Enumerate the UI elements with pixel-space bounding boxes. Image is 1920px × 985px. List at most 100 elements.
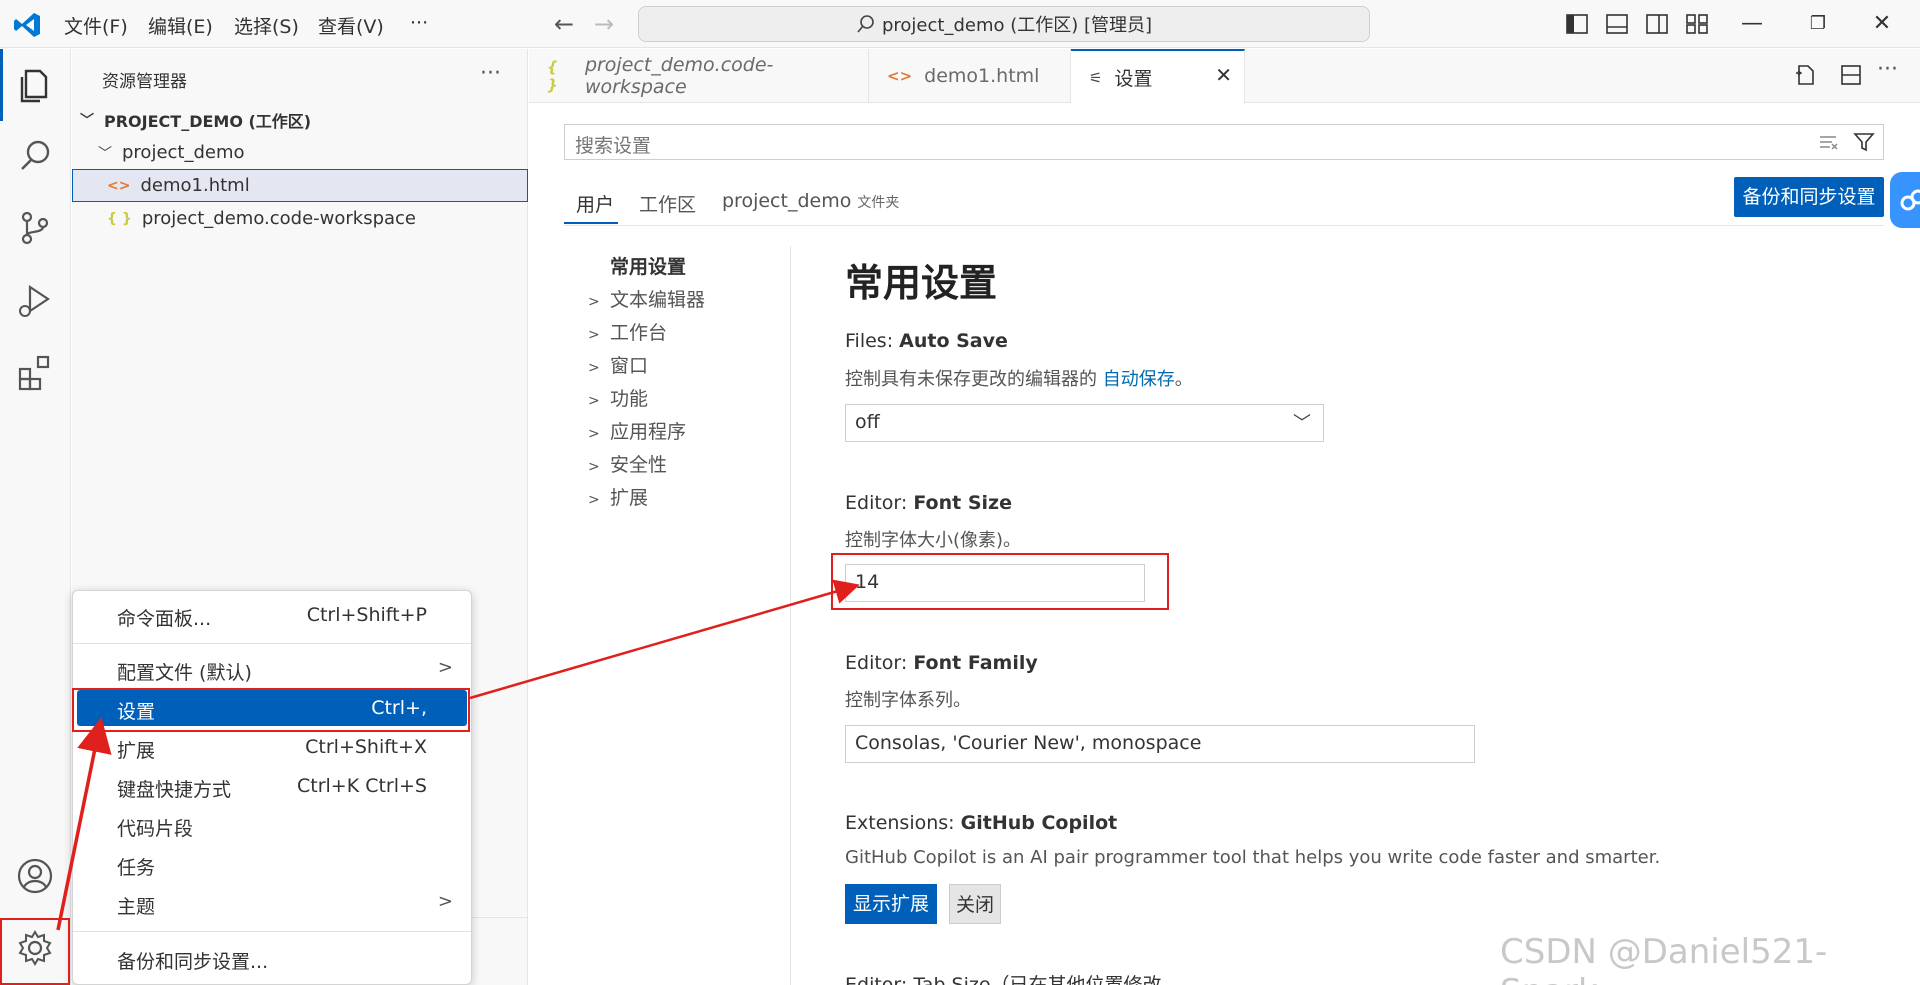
setting-title-tab-size: Editor: Tab Size（已在其他位置修改 <box>845 974 1162 985</box>
backup-sync-button[interactable]: 备份和同步设置 <box>1734 177 1884 217</box>
floating-widget[interactable] <box>1890 172 1920 228</box>
split-editor-icon[interactable] <box>1839 63 1863 87</box>
menu-file[interactable]: 文件(F) <box>64 12 128 39</box>
json-file-icon: { } <box>547 58 558 94</box>
extensions-icon[interactable] <box>14 351 56 393</box>
clear-filter-icon[interactable] <box>1817 131 1839 153</box>
chevron-right-icon: > <box>588 327 600 343</box>
json-file-icon: { } <box>107 210 132 227</box>
annotation-gear-box <box>0 918 70 985</box>
file-demo1-html[interactable]: <> demo1.html <box>72 169 528 202</box>
open-settings-json-icon[interactable] <box>1793 63 1817 87</box>
workspace-root[interactable]: ﹀ PROJECT_DEMO (工作区) <box>72 103 528 136</box>
more-actions-icon[interactable]: ··· <box>1877 57 1898 82</box>
setting-title-auto-save: Files: Auto Save <box>845 330 1008 352</box>
menu-item-profile[interactable]: 配置文件 (默认) > <box>77 651 467 687</box>
menu-item-tasks[interactable]: 任务 <box>77 846 467 882</box>
folder-project-demo[interactable]: ﹀ project_demo <box>72 136 528 169</box>
chevron-right-icon: > <box>588 393 600 409</box>
toggle-secondary-sidebar-icon[interactable] <box>1644 12 1670 36</box>
back-arrow-icon[interactable]: ← <box>554 10 574 38</box>
chevron-down-icon: ﹀ <box>1293 413 1311 434</box>
settings-search-input[interactable]: 搜索设置 <box>564 124 1884 160</box>
menu-selection[interactable]: 选择(S) <box>234 12 299 39</box>
chevron-right-icon: > <box>588 459 600 475</box>
toc-label: 扩展 <box>610 487 649 509</box>
toggle-primary-sidebar-icon[interactable] <box>1564 12 1590 36</box>
filter-icon[interactable] <box>1853 131 1875 153</box>
menu-item-themes[interactable]: 主题 > <box>77 885 467 921</box>
activity-bar <box>0 49 71 985</box>
toc-item-window[interactable]: > 窗口 <box>588 351 648 378</box>
folder-scope-sub: 文件夹 <box>857 195 900 211</box>
command-center[interactable]: project_demo (工作区) [管理员] <box>638 6 1370 42</box>
scope-tab-user[interactable]: 用户 <box>576 190 614 217</box>
font-family-input[interactable]: Consolas, 'Courier New', monospace <box>845 725 1475 763</box>
menu-item-command-palette[interactable]: 命令面板... Ctrl+Shift+P <box>77 597 467 633</box>
toc-item-features[interactable]: > 功能 <box>588 384 648 411</box>
toggle-panel-icon[interactable] <box>1604 12 1630 36</box>
auto-save-select[interactable]: off ﹀ <box>845 404 1324 442</box>
setting-title-font-family: Editor: Font Family <box>845 652 1038 674</box>
show-extension-button[interactable]: 显示扩展 <box>845 884 937 924</box>
folder-scope-label: project_demo <box>722 190 852 212</box>
run-debug-icon[interactable] <box>14 279 56 321</box>
divider <box>73 931 471 932</box>
tab-settings[interactable]: ⚟ 设置 ✕ <box>1071 49 1245 104</box>
active-scope-indicator <box>564 222 618 224</box>
auto-save-link[interactable]: 自动保存 <box>1103 369 1175 390</box>
search-placeholder: 搜索设置 <box>575 135 652 157</box>
menu-view[interactable]: 查看(V) <box>318 12 384 39</box>
toc-item-workbench[interactable]: > 工作台 <box>588 318 667 345</box>
toc-label: 功能 <box>610 388 649 410</box>
folder-label: project_demo <box>122 142 245 163</box>
manage-context-menu: 命令面板... Ctrl+Shift+P 配置文件 (默认) > 设置 Ctrl+, … <box>72 590 472 985</box>
menu-item-extensions[interactable]: 扩展 Ctrl+Shift+X <box>77 729 467 765</box>
search-icon <box>857 15 874 33</box>
setting-desc-auto-save: 控制具有未保存更改的编辑器的 自动保存。 <box>845 369 1193 390</box>
close-button[interactable]: 关闭 <box>949 884 1001 924</box>
source-control-icon[interactable] <box>14 207 56 249</box>
restore-icon[interactable]: ❐ <box>1798 6 1838 42</box>
close-window-icon[interactable]: ✕ <box>1862 6 1902 42</box>
more-actions-icon[interactable]: ··· <box>480 61 501 86</box>
toc-item-text-editor[interactable]: > 文本编辑器 <box>588 285 705 312</box>
setting-title-copilot: Extensions: GitHub Copilot <box>845 812 1118 834</box>
menu-item-backup-sync[interactable]: 备份和同步设置... <box>77 940 467 976</box>
divider <box>564 225 1884 226</box>
link-icon <box>1900 189 1920 211</box>
toc-label: 窗口 <box>610 355 649 377</box>
minimize-icon[interactable]: — <box>1732 6 1772 42</box>
accounts-icon[interactable] <box>14 855 56 897</box>
workspace-label: PROJECT_DEMO (工作区) <box>104 111 312 131</box>
menu-more[interactable]: ··· <box>410 12 428 34</box>
toc-item-security[interactable]: > 安全性 <box>588 450 667 477</box>
search-view-icon[interactable] <box>14 135 56 177</box>
menu-item-snippets[interactable]: 代码片段 <box>77 807 467 843</box>
explorer-title: 资源管理器 <box>102 72 187 92</box>
menu-edit[interactable]: 编辑(E) <box>148 12 213 39</box>
explorer-icon[interactable] <box>14 63 56 105</box>
forward-arrow-icon[interactable]: → <box>594 10 614 38</box>
close-tab-icon[interactable]: ✕ <box>1215 63 1232 87</box>
menu-item-keyboard-shortcuts[interactable]: 键盘快捷方式 Ctrl+K Ctrl+S <box>77 768 467 804</box>
scope-tab-workspace[interactable]: 工作区 <box>639 190 696 217</box>
toc-item-extensions[interactable]: > 扩展 <box>588 483 648 510</box>
toc-item-application[interactable]: > 应用程序 <box>588 417 686 444</box>
setting-desc-font-size: 控制字体大小(像素)。 <box>845 530 1022 551</box>
divider <box>790 246 791 985</box>
toc-label: 文本编辑器 <box>610 289 706 311</box>
annotation-settings-box <box>72 688 470 732</box>
editor-tab-bar: { } project_demo.code-workspace <> demo1… <box>529 49 1920 104</box>
toc-common-settings[interactable]: 常用设置 <box>610 252 686 279</box>
setting-title-font-size: Editor: Font Size <box>845 492 1012 514</box>
tab-demo1-html[interactable]: <> demo1.html <box>869 49 1071 103</box>
customize-layout-icon[interactable] <box>1684 12 1710 36</box>
chevron-right-icon: > <box>588 360 600 376</box>
chevron-down-icon: ﹀ <box>98 145 112 162</box>
scope-tab-folder[interactable]: project_demo 文件夹 <box>722 190 899 212</box>
chevron-right-icon: > <box>588 294 600 310</box>
file-workspace[interactable]: { } project_demo.code-workspace <box>72 202 528 235</box>
tab-label: project_demo.code-workspace <box>584 54 774 98</box>
tab-workspace[interactable]: { } project_demo.code-workspace <box>529 49 869 103</box>
